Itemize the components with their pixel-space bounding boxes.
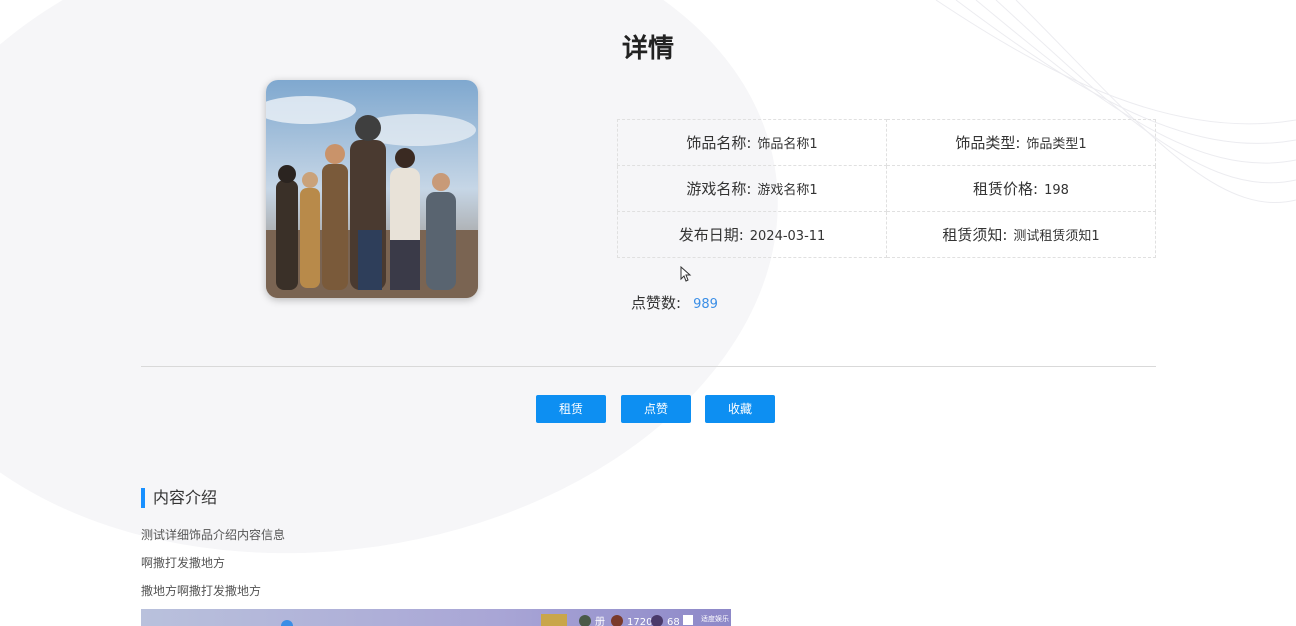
field-label: 游戏名称: <box>686 180 752 198</box>
likes-value: 989 <box>693 297 718 312</box>
field-item-type: 饰品类型: 饰品类型1 <box>886 119 1156 166</box>
field-label: 饰品名称: <box>686 134 752 152</box>
intro-line: 测试详细饰品介绍内容信息 <box>141 528 286 542</box>
field-value: 测试租赁须知1 <box>1013 229 1100 244</box>
overlay-stat-3: 68 <box>667 617 680 626</box>
overlay-stat-1: 册 <box>595 617 605 626</box>
table-row: 饰品名称: 饰品名称1 饰品类型: 饰品类型1 <box>617 119 1156 166</box>
field-value: 游戏名称1 <box>757 183 818 198</box>
field-game-name: 游戏名称: 游戏名称1 <box>617 165 887 212</box>
like-button[interactable]: 点赞 <box>621 395 691 423</box>
overlay-stat-2: 1720 <box>627 617 652 626</box>
field-label: 租赁须知: <box>942 226 1008 244</box>
rent-button[interactable]: 租赁 <box>536 395 606 423</box>
product-image <box>266 80 478 298</box>
divider <box>141 366 1156 367</box>
field-item-name: 饰品名称: 饰品名称1 <box>617 119 887 166</box>
intro-image: 册 1720 68 适度娱乐 <box>141 609 731 626</box>
mouse-cursor-icon <box>680 266 692 282</box>
favorite-button[interactable]: 收藏 <box>705 395 775 423</box>
likes-count: 点赞数: 989 <box>631 292 718 313</box>
field-rent-notice: 租赁须知: 测试租赁须知1 <box>886 211 1156 258</box>
section-heading: 内容介绍 <box>141 488 217 508</box>
field-value: 饰品名称1 <box>757 137 818 152</box>
table-row: 游戏名称: 游戏名称1 租赁价格: 198 <box>617 165 1156 212</box>
field-publish-date: 发布日期: 2024-03-11 <box>617 211 887 258</box>
likes-label: 点赞数: <box>631 294 682 312</box>
overlay-corner-text: 适度娱乐 <box>701 614 729 623</box>
field-label: 发布日期: <box>678 226 744 244</box>
field-value: 198 <box>1044 183 1069 198</box>
page-title: 详情 <box>621 34 674 64</box>
table-row: 发布日期: 2024-03-11 租赁须知: 测试租赁须知1 <box>617 211 1156 258</box>
intro-line: 撒地方啊撒打发撒地方 <box>141 584 262 598</box>
field-label: 租赁价格: <box>973 180 1039 198</box>
field-rent-price: 租赁价格: 198 <box>886 165 1156 212</box>
field-value: 2024-03-11 <box>749 229 826 244</box>
intro-line: 啊撒打发撒地方 <box>141 556 226 570</box>
detail-table: 饰品名称: 饰品名称1 饰品类型: 饰品类型1 游戏名称: 游戏名称1 租赁价格: 19… <box>617 119 1156 258</box>
field-label: 饰品类型: <box>955 134 1021 152</box>
field-value: 饰品类型1 <box>1026 137 1087 152</box>
